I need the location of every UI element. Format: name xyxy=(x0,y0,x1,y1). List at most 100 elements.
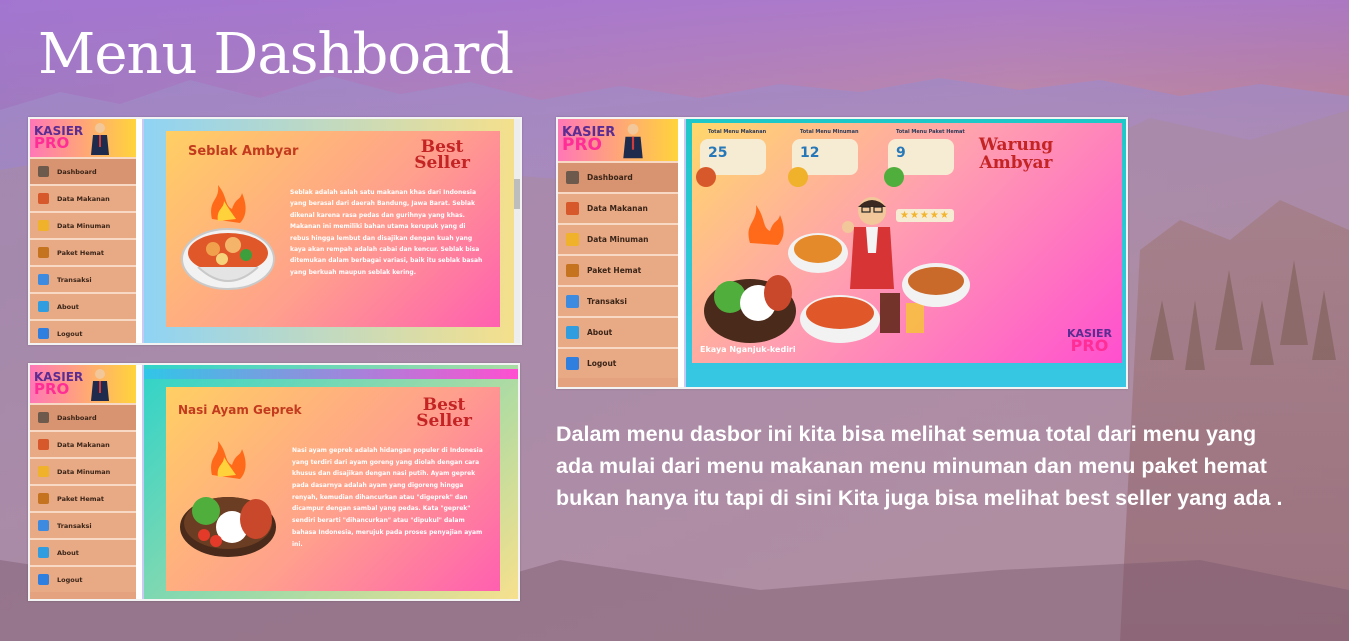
kasier-pro-badge: KASIER PRO xyxy=(1066,326,1112,355)
menu-card: Nasi Ayam Geprek Best Seller Nasi ayam g… xyxy=(166,387,500,591)
card-description: Nasi ayam geprek adalah hidangan populer… xyxy=(292,447,483,548)
sidebar: KASIER PRO Dashboard Data Makanan Data Min… xyxy=(30,365,136,599)
stat-label: Total Menu Paket Hemat xyxy=(896,129,965,135)
sidebar-item-label: Data Minuman xyxy=(587,235,649,244)
sidebar-item-about[interactable]: About xyxy=(30,292,136,319)
footer-caption: Ekaya Nganjuk-kediri xyxy=(700,345,796,354)
best-seller-badge: Best Seller xyxy=(416,395,472,432)
businessman-icon xyxy=(91,369,110,401)
stat-value: 9 xyxy=(896,145,906,161)
stat-label: Total Menu Makanan xyxy=(708,129,767,135)
sidebar-item-label: Transaksi xyxy=(57,275,92,284)
sidebar-item-label: Paket Hemat xyxy=(587,266,642,275)
transaction-icon xyxy=(38,274,49,285)
food-icon xyxy=(696,167,716,187)
transaction-icon xyxy=(38,520,49,531)
best-seller-badge: Best Seller xyxy=(414,137,470,174)
sidebar: KASIER PRO Dashboard Data Makanan Data Min… xyxy=(30,119,136,343)
page-title: Menu Dashboard xyxy=(38,22,514,87)
screenshot-dashboard: KASIER PRO Dashboard Data Makanan Data Min… xyxy=(556,117,1128,389)
drink-icon xyxy=(788,167,808,187)
sidebar: KASIER PRO Dashboard Data Makanan Data Min… xyxy=(558,119,678,387)
about-icon xyxy=(566,326,579,339)
dashboard-icon xyxy=(38,166,49,177)
sidebar-item-label: Data Makanan xyxy=(57,440,110,449)
sidebar-divider xyxy=(136,365,144,599)
seblak-bowl-image xyxy=(181,185,275,290)
card-description: Seblak adalah salah satu makanan khas da… xyxy=(290,189,483,276)
screenshot-seblak: KASIER PRO Dashboard Data Makanan Data Min… xyxy=(28,117,522,345)
sidebar-item-label: Data Makanan xyxy=(587,204,648,213)
scrollbar[interactable] xyxy=(514,119,520,343)
sidebar-item-dashboard[interactable]: Dashboard xyxy=(30,403,136,430)
stat-value: 12 xyxy=(800,145,820,161)
character-thumbs-up xyxy=(842,197,894,289)
sidebar-item-label: Dashboard xyxy=(57,413,97,422)
businessman-icon xyxy=(91,123,110,155)
sidebar-item-label: About xyxy=(57,548,79,557)
sidebar-item-label: Data Minuman xyxy=(57,467,111,476)
geprek-plate-image xyxy=(180,441,276,557)
logout-icon xyxy=(38,574,49,585)
sidebar-item-logout[interactable]: Logout xyxy=(30,565,136,592)
sidebar-divider xyxy=(136,119,144,343)
package-icon xyxy=(884,167,904,187)
sidebar-item-transaksi[interactable]: Transaksi xyxy=(30,265,136,292)
food-illustration xyxy=(704,205,970,343)
sidebar-item-label: Paket Hemat xyxy=(57,494,105,503)
sidebar-item-about[interactable]: About xyxy=(558,316,678,347)
sidebar-item-about[interactable]: About xyxy=(30,538,136,565)
app-logo: KASIER PRO xyxy=(558,119,678,161)
sidebar-item-data-makanan[interactable]: Data Makanan xyxy=(30,430,136,457)
app-logo: KASIER PRO xyxy=(30,119,136,157)
menu-card: Seblak Ambyar Best Seller Seblak adalah … xyxy=(166,131,500,327)
sidebar-item-dashboard[interactable]: Dashboard xyxy=(30,157,136,184)
transaction-icon xyxy=(566,295,579,308)
sidebar-item-data-minuman[interactable]: Data Minuman xyxy=(558,223,678,254)
stat-label: Total Menu Minuman xyxy=(800,129,859,135)
food-icon xyxy=(566,202,579,215)
sidebar-item-transaksi[interactable]: Transaksi xyxy=(30,511,136,538)
sidebar-item-label: Logout xyxy=(57,329,83,338)
card-title: Seblak Ambyar xyxy=(188,144,299,159)
sidebar-item-data-minuman[interactable]: Data Minuman xyxy=(30,457,136,484)
sidebar-item-label: Logout xyxy=(587,359,617,368)
food-icon xyxy=(38,193,49,204)
package-icon xyxy=(566,264,579,277)
package-icon xyxy=(38,247,49,258)
sidebar-item-label: About xyxy=(587,328,613,337)
sidebar-item-label: Paket Hemat xyxy=(57,248,105,257)
dashboard-icon xyxy=(38,412,49,423)
drink-icon xyxy=(38,220,49,231)
screenshot-geprek: KASIER PRO Dashboard Data Makanan Data Min… xyxy=(28,363,520,601)
sidebar-item-data-makanan[interactable]: Data Makanan xyxy=(558,192,678,223)
sidebar-item-label: Dashboard xyxy=(57,167,97,176)
content-area: Total Menu Makanan 25 Total Menu Minuman 12… xyxy=(686,119,1126,387)
sidebar-menu: Dashboard Data Makanan Data Minuman Paket H… xyxy=(30,403,136,592)
drink-icon xyxy=(38,466,49,477)
card-title: Nasi Ayam Geprek xyxy=(178,403,302,417)
app-logo: KASIER PRO xyxy=(30,365,136,403)
sidebar-item-paket-hemat[interactable]: Paket Hemat xyxy=(30,238,136,265)
content-area: Nasi Ayam Geprek Best Seller Nasi ayam g… xyxy=(144,365,518,599)
sidebar-item-paket-hemat[interactable]: Paket Hemat xyxy=(558,254,678,285)
content-area: Seblak Ambyar Best Seller Seblak adalah … xyxy=(144,119,520,343)
sidebar-item-data-makanan[interactable]: Data Makanan xyxy=(30,184,136,211)
sidebar-item-label: Data Minuman xyxy=(57,221,111,230)
logout-icon xyxy=(38,328,49,339)
sidebar-item-data-minuman[interactable]: Data Minuman xyxy=(30,211,136,238)
sidebar-menu: Dashboard Data Makanan Data Minuman Paket H… xyxy=(30,157,136,343)
dashboard-panel: Total Menu Makanan 25 Total Menu Minuman 12… xyxy=(692,123,1122,363)
sidebar-item-dashboard[interactable]: Dashboard xyxy=(558,161,678,192)
sidebar-item-label: Transaksi xyxy=(587,297,627,306)
sidebar-item-logout[interactable]: Logout xyxy=(30,319,136,343)
sidebar-item-label: Dashboard xyxy=(587,173,633,182)
businessman-icon xyxy=(623,123,643,159)
sidebar-item-logout[interactable]: Logout xyxy=(558,347,678,378)
dashboard-icon xyxy=(566,171,579,184)
about-icon xyxy=(38,547,49,558)
sidebar-item-paket-hemat[interactable]: Paket Hemat xyxy=(30,484,136,511)
package-icon xyxy=(38,493,49,504)
sidebar-item-transaksi[interactable]: Transaksi xyxy=(558,285,678,316)
drink-icon xyxy=(566,233,579,246)
